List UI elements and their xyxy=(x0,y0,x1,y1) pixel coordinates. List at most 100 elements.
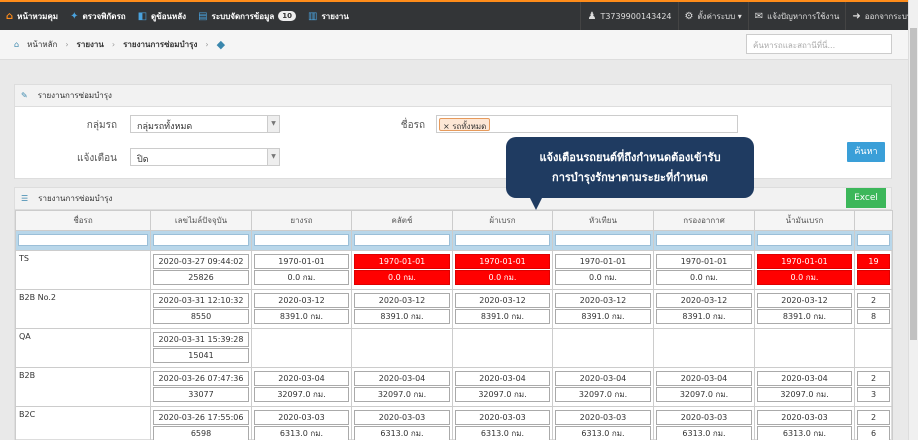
filter-row xyxy=(15,230,893,251)
column-filter-input[interactable] xyxy=(455,234,550,246)
column-filter-input[interactable] xyxy=(656,234,752,246)
maintenance-cell xyxy=(251,328,352,368)
topnav-item[interactable]: ◧ ดูข้อนหลัง xyxy=(132,2,192,30)
maintenance-date: 2 xyxy=(857,410,890,425)
group-select[interactable]: กลุ่มรถทั้งหมด ▼ xyxy=(130,115,280,133)
topnav-item[interactable]: ✦ ตรวจพิกัดรถ xyxy=(64,2,132,30)
filter-cell xyxy=(351,230,453,251)
column-filter-input[interactable] xyxy=(757,234,852,246)
topnav-right-item[interactable]: ✉ แจ้งปัญหาการใช้งาน xyxy=(747,2,846,30)
column-header[interactable]: คลัตช์ xyxy=(351,210,453,231)
maintenance-cell: 2020-03-03 6313.0 กม. xyxy=(452,406,553,440)
topnav-label: ดูข้อนหลัง xyxy=(151,11,187,21)
topnav-item[interactable]: ▤ ระบบจัดการข้อมูล 10 xyxy=(192,2,302,30)
maintenance-distance: 8 xyxy=(857,309,890,324)
maintenance-cell: 2020-03-04 32097.0 กม. xyxy=(251,367,352,407)
maintenance-date: 2020-03-03 xyxy=(757,410,852,425)
maintenance-date: 2020-03-12 xyxy=(254,293,349,308)
topnav-item[interactable]: ▥ รายงาน xyxy=(302,2,355,30)
maintenance-distance: 6313.0 กม. xyxy=(455,426,550,440)
vehicle-chip[interactable]: × รถทั้งหมด xyxy=(439,118,491,131)
maintenance-distance: 3 xyxy=(857,387,890,402)
vehicle-name: QA xyxy=(15,328,151,368)
maintenance-distance: 6 xyxy=(857,426,890,440)
maintenance-date: 2020-03-03 xyxy=(656,410,752,425)
maintenance-date: 2 xyxy=(857,371,890,386)
mileage-datetime: 2020-03-26 07:47:36 xyxy=(153,371,249,386)
maintenance-cell xyxy=(854,328,893,368)
mileage-value: 6598 xyxy=(153,426,249,440)
group-label: กลุ่มรถ xyxy=(86,120,117,131)
maintenance-cell: 2020-03-12 8391.0 กม. xyxy=(452,289,553,329)
top-navbar: ⌂ หน้าหวมคุม ✦ ตรวจพิกัดรถ ◧ ดูข้อนหลัง ▤ ระบบจ… xyxy=(0,0,918,30)
column-header[interactable]: เลขไมล์ปัจจุบัน xyxy=(150,210,252,231)
maintenance-date: 1970-01-01 xyxy=(455,254,550,269)
alert-tooltip: แจ้งเตือนรถยนต์ที่ถึงกำหนดต้องเข้ารับ กา… xyxy=(506,137,754,210)
filter-cell xyxy=(854,230,893,251)
maintenance-cell: 28 xyxy=(854,289,893,329)
vehicle-label: ชื่อรถ xyxy=(400,120,425,131)
vertical-scrollbar[interactable] xyxy=(908,0,918,440)
chevron-right-icon: › xyxy=(65,40,69,49)
column-header[interactable]: น้ำมันเบรก xyxy=(754,210,855,231)
column-header[interactable]: ผ้าเบรก xyxy=(452,210,553,231)
maintenance-date: 2020-03-12 xyxy=(656,293,752,308)
home-icon[interactable]: ⌂ xyxy=(14,40,19,49)
maintenance-cell xyxy=(754,328,855,368)
report-panel-title: รายงานการซ่อมบำรุง xyxy=(38,194,113,203)
column-header[interactable] xyxy=(854,210,893,231)
maintenance-date: 1970-01-01 xyxy=(555,254,651,269)
maintenance-distance: 0.0 กม. xyxy=(757,270,852,285)
maintenance-date: 2020-03-04 xyxy=(354,371,450,386)
maintenance-cell: 1970-01-01 0.0 กม. xyxy=(351,250,453,290)
report-icon: ▥ xyxy=(308,10,318,22)
search-button[interactable]: ค้นหา xyxy=(847,142,885,162)
breadcrumb-home[interactable]: หน้าหลัก xyxy=(27,38,57,51)
breadcrumb-report[interactable]: รายงาน xyxy=(77,38,104,51)
column-filter-input[interactable] xyxy=(857,234,890,246)
column-filter-input[interactable] xyxy=(153,234,249,246)
column-filter-input[interactable] xyxy=(354,234,450,246)
maintenance-date: 2020-03-03 xyxy=(254,410,349,425)
maintenance-date: 2020-03-04 xyxy=(757,371,852,386)
table-row: QA 2020-03-31 15:39:28 15041 xyxy=(15,328,893,368)
maintenance-cell: 1970-01-01 0.0 กม. xyxy=(552,250,654,290)
maintenance-cell: 2020-03-12 8391.0 กม. xyxy=(552,289,654,329)
scrollbar-thumb[interactable] xyxy=(910,28,917,340)
vehicle-name: B2C xyxy=(15,406,151,440)
topnav-item[interactable]: ⌂ หน้าหวมคุม xyxy=(0,2,64,30)
maintenance-cell xyxy=(452,328,553,368)
maintenance-date: 2020-03-04 xyxy=(555,371,651,386)
vehicle-multiselect[interactable]: × รถทั้งหมด xyxy=(436,115,738,133)
maintenance-cell: 2020-03-04 32097.0 กม. xyxy=(552,367,654,407)
maintenance-cell: 2020-03-04 32097.0 กม. xyxy=(351,367,453,407)
topnav-right-item[interactable]: ♟ T3739900143424 xyxy=(580,2,677,30)
column-header[interactable]: ชื่อรถ xyxy=(15,210,151,231)
column-filter-input[interactable] xyxy=(555,234,651,246)
column-filter-input[interactable] xyxy=(18,234,148,246)
column-header[interactable]: ยางรถ xyxy=(251,210,352,231)
search-input[interactable]: ค้นหารถและสถานีที่นี่... xyxy=(746,34,892,54)
alert-select[interactable]: ปิด ▼ xyxy=(130,148,280,166)
column-header[interactable]: กรองอากาศ xyxy=(653,210,755,231)
filter-cell xyxy=(653,230,755,251)
tooltip-line-2: การบำรุงรักษาตามระยะที่กำหนด xyxy=(552,171,708,184)
maintenance-distance: 6313.0 กม. xyxy=(354,426,450,440)
filter-panel-header: ✎ รายงานการซ่อมบำรุง xyxy=(15,85,891,107)
maintenance-distance: 32097.0 กม. xyxy=(656,387,752,402)
mileage-value: 33077 xyxy=(153,387,249,402)
mail-icon: ✉ xyxy=(754,10,764,22)
column-header[interactable]: หัวเทียน xyxy=(552,210,654,231)
mileage-value: 15041 xyxy=(153,348,249,363)
maintenance-cell: 2020-03-03 6313.0 กม. xyxy=(351,406,453,440)
maintenance-table: ชื่อรถ เลขไมล์ปัจจุบัน ยางรถ คลัตช์ ผ้าเบรกห… xyxy=(15,210,893,440)
maintenance-distance: 32097.0 กม. xyxy=(354,387,450,402)
maintenance-cell: 23 xyxy=(854,367,893,407)
maintenance-date: 2020-03-12 xyxy=(354,293,450,308)
excel-button[interactable]: Excel xyxy=(846,188,886,208)
filter-panel-title: รายงานการซ่อมบำรุง xyxy=(37,91,112,100)
maintenance-date: 2020-03-03 xyxy=(555,410,651,425)
topnav-right-label: ออกจากระบบ xyxy=(864,11,912,21)
column-filter-input[interactable] xyxy=(254,234,349,246)
topnav-right-item[interactable]: ⚙ ตั้งค่าระบบ ▾ xyxy=(677,2,748,30)
